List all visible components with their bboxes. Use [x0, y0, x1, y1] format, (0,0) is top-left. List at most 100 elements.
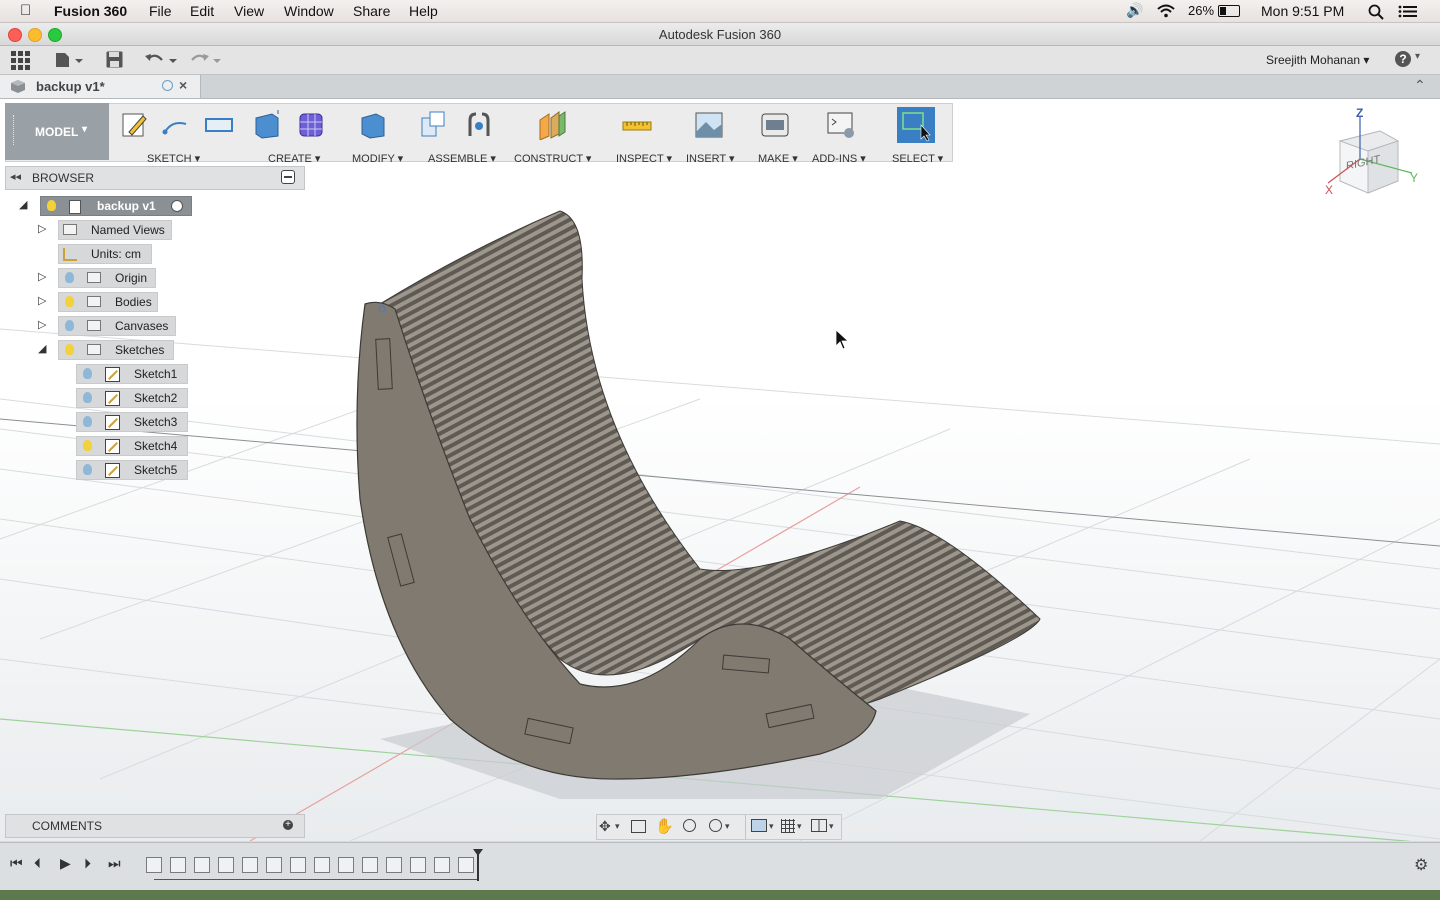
modify-group-label[interactable]: MODIFY ▾ — [352, 152, 403, 165]
help-icon[interactable]: ? — [1395, 51, 1411, 67]
add-comment-icon[interactable]: + — [283, 820, 293, 830]
inspect-group-label[interactable]: INSPECT ▾ — [616, 152, 672, 165]
timeline-sketch-icon[interactable] — [266, 857, 282, 873]
offset-plane-icon[interactable] — [537, 110, 567, 140]
joint-icon[interactable] — [464, 110, 494, 140]
named-views-expand-icon[interactable]: ▷ — [38, 222, 46, 235]
tree-node-sketch2[interactable]: Sketch2 — [76, 388, 188, 408]
viewports-icon[interactable] — [811, 819, 827, 832]
extrude-icon[interactable] — [252, 110, 282, 140]
insert-group-label[interactable]: INSERT ▾ — [686, 152, 735, 165]
visibility-bulb-icon[interactable] — [65, 272, 74, 283]
pan-hand-icon[interactable]: ✋ — [655, 817, 674, 835]
menu-help[interactable]: Help — [409, 3, 438, 19]
origin-expand-icon[interactable]: ▷ — [38, 270, 46, 283]
create-group-label[interactable]: CREATE ▾ — [268, 152, 320, 165]
scripts-add-ins-icon[interactable] — [826, 110, 856, 140]
file-menu-icon[interactable] — [55, 52, 85, 68]
timeline-pattern-icon[interactable] — [386, 857, 402, 873]
wifi-icon[interactable] — [1156, 3, 1176, 18]
select-tool-button[interactable] — [897, 107, 935, 143]
insert-image-icon[interactable] — [694, 110, 724, 140]
orbit-icon[interactable]: ✥ — [599, 818, 611, 835]
apple-icon[interactable]:  — [20, 2, 31, 19]
tree-node-sketch4[interactable]: Sketch4 — [76, 436, 188, 456]
timeline-move-icon[interactable] — [242, 857, 258, 873]
timeline-sketch-icon[interactable] — [410, 857, 426, 873]
tree-node-sketch1[interactable]: Sketch1 — [76, 364, 188, 384]
activate-radio-icon[interactable] — [171, 200, 183, 212]
timeline-extrude-icon[interactable] — [434, 857, 450, 873]
tree-node-bodies[interactable]: Bodies — [58, 292, 158, 312]
construct-group-label[interactable]: CONSTRUCT ▾ — [514, 152, 591, 165]
visibility-bulb-icon[interactable] — [65, 296, 74, 307]
workspace-switcher[interactable]: MODEL ▾ — [5, 103, 109, 160]
user-account-menu[interactable]: Sreejith Mohanan ▾ — [1266, 53, 1369, 67]
play-icon[interactable]: ▶ — [60, 855, 71, 872]
step-forward-icon[interactable]: ⏵ — [84, 855, 91, 872]
visibility-bulb-icon[interactable] — [65, 320, 74, 331]
tree-node-canvases[interactable]: Canvases — [58, 316, 176, 336]
tree-node-units[interactable]: Units: cm — [58, 244, 152, 264]
zoom-icon[interactable] — [683, 819, 696, 832]
step-back-icon[interactable]: ⏴ — [34, 855, 41, 872]
orbit-chevron-down-icon[interactable]: ▾ — [615, 821, 620, 832]
viewports-chevron-down-icon[interactable]: ▾ — [829, 821, 834, 832]
visibility-bulb-icon[interactable] — [83, 392, 92, 403]
menu-window[interactable]: Window — [284, 3, 334, 19]
line-tool-icon[interactable] — [162, 110, 192, 140]
browser-panel-header[interactable]: ◂◂ BROWSER — [5, 166, 305, 190]
sketch-group-label[interactable]: SKETCH ▾ — [147, 152, 200, 165]
tree-node-sketch3[interactable]: Sketch3 — [76, 412, 188, 432]
undo-icon[interactable] — [145, 52, 179, 68]
root-expanded-icon[interactable]: ◢ — [19, 198, 27, 211]
timeline-sketch-icon[interactable] — [290, 857, 306, 873]
timeline-canvas-icon[interactable] — [146, 857, 162, 873]
look-at-icon[interactable] — [631, 820, 646, 833]
canvases-expand-icon[interactable]: ▷ — [38, 318, 46, 331]
make-group-label[interactable]: MAKE ▾ — [758, 152, 798, 165]
go-to-end-icon[interactable]: ⏭ — [108, 855, 121, 872]
timeline-sketch-icon[interactable] — [338, 857, 354, 873]
timeline-pattern-icon[interactable] — [218, 857, 234, 873]
close-tab-icon[interactable]: × — [179, 77, 187, 93]
assemble-group-label[interactable]: ASSEMBLE ▾ — [428, 152, 496, 165]
go-to-start-icon[interactable]: ⏮ — [10, 855, 23, 872]
comments-panel-header[interactable]: COMMENTS + — [5, 814, 305, 838]
document-tab[interactable]: backup v1* × — [0, 75, 201, 98]
press-pull-icon[interactable] — [358, 110, 388, 140]
timeline-settings-gear-icon[interactable]: ⚙ — [1414, 855, 1428, 875]
3d-print-icon[interactable] — [760, 110, 790, 140]
new-component-icon[interactable] — [418, 110, 448, 140]
zoom-chevron-down-icon[interactable]: ▾ — [725, 821, 730, 832]
volume-icon[interactable]: 🔊 — [1126, 2, 1143, 19]
collapse-browser-icon[interactable]: ◂◂ — [10, 170, 21, 183]
spotlight-search-icon[interactable] — [1368, 4, 1384, 20]
visibility-bulb-icon[interactable] — [65, 344, 74, 355]
create-form-icon[interactable] — [296, 110, 326, 140]
tree-node-sketches[interactable]: Sketches — [58, 340, 174, 360]
grid-chevron-down-icon[interactable]: ▾ — [797, 821, 802, 832]
timeline-marker-head[interactable] — [473, 849, 483, 856]
battery-icon[interactable] — [1218, 5, 1240, 17]
select-group-label[interactable]: SELECT ▾ — [892, 152, 943, 165]
timeline-extrude-icon[interactable] — [194, 857, 210, 873]
menu-file[interactable]: File — [149, 3, 172, 19]
visibility-bulb-icon[interactable] — [83, 368, 92, 379]
tree-node-origin[interactable]: Origin — [58, 268, 156, 288]
visibility-bulb-icon[interactable] — [47, 200, 56, 211]
menu-edit[interactable]: Edit — [190, 3, 214, 19]
visibility-bulb-icon[interactable] — [83, 416, 92, 427]
create-sketch-icon[interactable] — [119, 110, 149, 140]
browser-pin-icon[interactable] — [281, 170, 295, 184]
add-ins-group-label[interactable]: ADD-INS ▾ — [812, 152, 866, 165]
bodies-expand-icon[interactable]: ▷ — [38, 294, 46, 307]
timeline-pattern-icon[interactable] — [458, 857, 474, 873]
display-settings-icon[interactable] — [751, 819, 767, 832]
collapse-toolbar-chevron-up-icon[interactable]: ⌃ — [1414, 77, 1426, 94]
menu-app-name[interactable]: Fusion 360 — [54, 3, 127, 19]
visibility-bulb-icon[interactable] — [83, 464, 92, 475]
tree-node-named-views[interactable]: Named Views — [58, 220, 172, 240]
view-cube[interactable]: Z X Y RIGHT — [1320, 106, 1420, 201]
menu-share[interactable]: Share — [353, 3, 390, 19]
